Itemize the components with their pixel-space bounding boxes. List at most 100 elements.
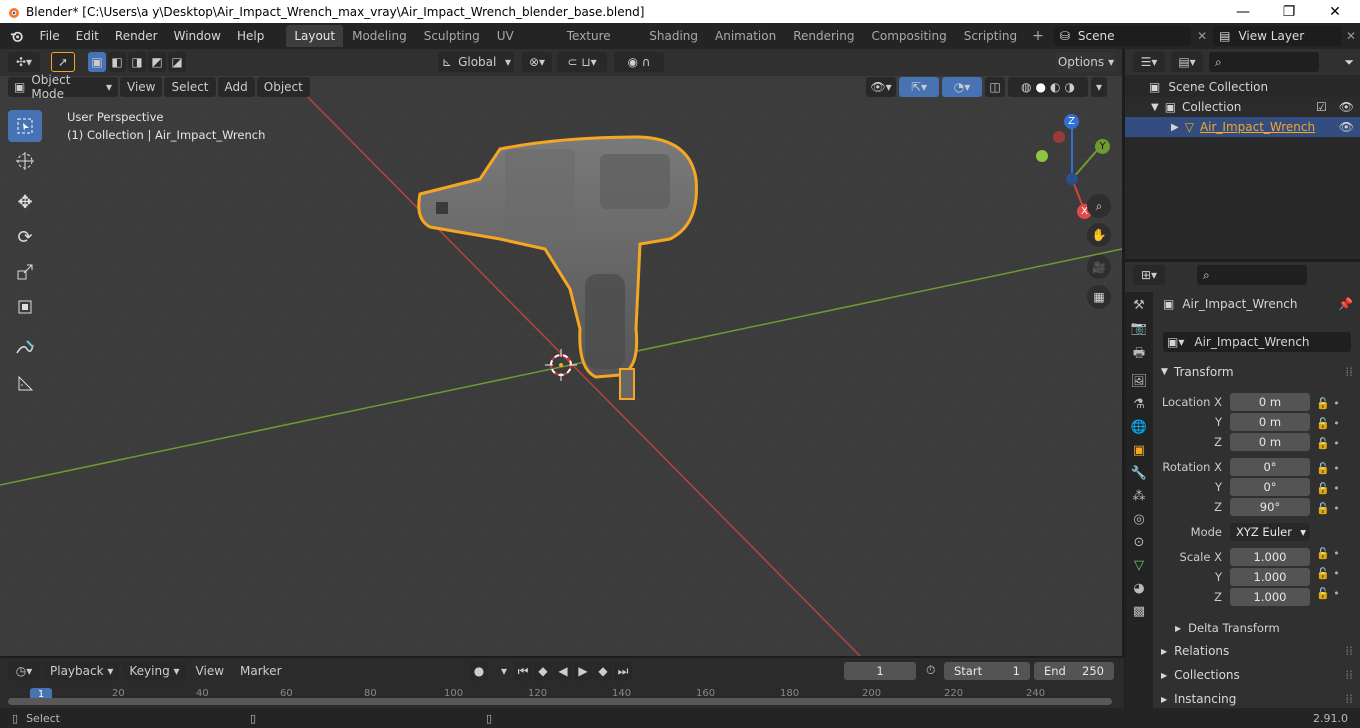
visibility-eye-icon[interactable]: 👁▾	[866, 77, 896, 97]
transform-panel-header[interactable]: ▼ Transform ⁞⁞	[1161, 365, 1353, 379]
solid-shading-icon[interactable]: ●	[1036, 80, 1046, 94]
lock-location-z-icon[interactable]: 🔓 •	[1316, 434, 1352, 454]
timeline-editor-icon[interactable]: ◷▾	[8, 661, 40, 681]
properties-search-input[interactable]: ⌕	[1197, 265, 1307, 285]
menu-render[interactable]: Render	[107, 29, 166, 43]
tab-shading[interactable]: Shading	[641, 25, 706, 47]
material-shading-icon[interactable]: ◐	[1050, 80, 1060, 94]
transform-orientation-dropdown[interactable]: ⊾ Global ▾	[438, 52, 514, 72]
jump-end-icon[interactable]: ⏭	[614, 661, 632, 681]
current-frame-field[interactable]: 1	[844, 662, 916, 680]
timeline-menu-view[interactable]: View	[190, 661, 230, 681]
properties-editor-icon[interactable]: ⊞▾	[1133, 265, 1165, 285]
scale-y-field[interactable]: 1.000	[1230, 568, 1310, 586]
lock-rotation-x-icon[interactable]: 🔓 •	[1316, 459, 1352, 479]
location-x-field[interactable]: 0 m	[1230, 393, 1310, 411]
output-tab-icon[interactable]: 🖶	[1133, 344, 1145, 366]
outliner-editor-icon[interactable]: ☰▾	[1133, 52, 1165, 72]
zoom-icon[interactable]: ⌕	[1087, 194, 1111, 218]
rotation-z-field[interactable]: 90°	[1230, 498, 1310, 516]
minimize-button[interactable]: —	[1220, 0, 1266, 23]
view-layer-close-icon[interactable]: ✕	[1346, 29, 1356, 43]
outliner-object-row[interactable]: ▶ ▽ Air_Impact_Wrench 👁	[1125, 117, 1360, 137]
texture-tab-icon[interactable]: ▩	[1133, 604, 1145, 619]
gizmo-neg-x[interactable]	[1053, 131, 1065, 143]
tab-scripting[interactable]: Scripting	[956, 25, 1025, 47]
collections-panel-header[interactable]: ▶ Collections ⁞⁞	[1161, 668, 1353, 682]
menu-window[interactable]: Window	[166, 29, 229, 43]
data-tab-icon[interactable]: ▽	[1134, 558, 1144, 573]
transform-tool-icon[interactable]	[8, 291, 42, 323]
scene-tab-icon[interactable]: ⚗	[1133, 397, 1145, 412]
ortho-grid-icon[interactable]: ▦	[1087, 285, 1111, 309]
exclude-checkbox-icon[interactable]: ☑	[1316, 100, 1327, 114]
lock-location-y-icon[interactable]: 🔓 •	[1316, 414, 1352, 434]
select-box-tool-icon[interactable]	[8, 110, 42, 142]
menu-file[interactable]: File	[32, 29, 68, 43]
proportional-edit-icon[interactable]: ◉ ∩	[614, 52, 664, 72]
filter-icon[interactable]: ⏷	[1344, 55, 1354, 70]
viewport-menu-add[interactable]: Add	[217, 77, 255, 97]
lock-scale-x-icon[interactable]: 🔓 •	[1316, 544, 1352, 564]
blender-menu-icon[interactable]	[10, 28, 24, 44]
auto-keying-icon[interactable]: ●	[470, 661, 488, 681]
object-tab-icon[interactable]: ▣	[1133, 443, 1145, 458]
next-keyframe-icon[interactable]: ◆	[594, 661, 612, 681]
select-subtract-icon[interactable]: ◨	[128, 52, 146, 72]
tab-texture-paint[interactable]: Texture Paint	[559, 25, 641, 65]
view-layer-selector[interactable]: ▤ View Layer	[1213, 26, 1342, 46]
tab-modeling[interactable]: Modeling	[344, 25, 415, 47]
play-reverse-icon[interactable]: ◀	[554, 661, 572, 681]
scene-collection-row[interactable]: ▣ Scene Collection	[1125, 77, 1360, 97]
select-intersect-icon[interactable]: ◪	[168, 52, 186, 72]
cursor-tool-icon[interactable]	[8, 145, 42, 177]
scale-z-field[interactable]: 1.000	[1230, 588, 1310, 606]
scale-tool-icon[interactable]	[8, 256, 42, 288]
scene-selector[interactable]: ⛁ Scene	[1053, 26, 1192, 46]
instancing-panel-header[interactable]: ▶ Instancing ⁞⁞	[1161, 692, 1353, 706]
move-tool-icon[interactable]: ✥	[8, 186, 42, 218]
timeline-menu-marker[interactable]: Marker	[234, 661, 287, 681]
gizmo-toggle-icon[interactable]: ⇱▾	[899, 77, 939, 97]
tab-uv-editing[interactable]: UV Editing	[489, 25, 558, 65]
camera-view-icon[interactable]: 🎥	[1087, 255, 1111, 279]
drag-handle-icon[interactable]: ⁞⁞	[1345, 365, 1353, 379]
tab-animation[interactable]: Animation	[707, 25, 784, 47]
viewport-menu-select[interactable]: Select	[164, 77, 216, 97]
tab-layout[interactable]: Layout	[286, 25, 344, 47]
tab-rendering[interactable]: Rendering	[785, 25, 862, 47]
rotation-y-field[interactable]: 0°	[1230, 478, 1310, 496]
world-tab-icon[interactable]: 🌐	[1131, 420, 1147, 435]
play-icon[interactable]: ▶	[574, 661, 592, 681]
editor-type-icon[interactable]: ✣▾	[8, 52, 40, 72]
rotate-tool-icon[interactable]: ⟳	[8, 221, 42, 253]
lock-location-x-icon[interactable]: 🔓 •	[1316, 394, 1352, 414]
material-tab-icon[interactable]: ◕	[1133, 581, 1144, 596]
collection-eye-icon[interactable]: 👁	[1339, 100, 1354, 114]
lock-scale-y-icon[interactable]: 🔓 •	[1316, 564, 1352, 584]
delta-transform-header[interactable]: ▶ Delta Transform	[1175, 621, 1280, 635]
start-frame-field[interactable]: Start 1	[944, 662, 1030, 680]
view-layer-tab-icon[interactable]: 🖼	[1131, 374, 1148, 389]
gizmo-y-axis[interactable]: Y	[1095, 139, 1110, 154]
jump-start-icon[interactable]: ⏮	[514, 661, 532, 681]
overlay-toggle-icon[interactable]: ◔▾	[942, 77, 982, 97]
location-y-field[interactable]: 0 m	[1230, 413, 1310, 431]
rotation-x-field[interactable]: 0°	[1230, 458, 1310, 476]
pin-icon[interactable]: 📌	[1338, 297, 1353, 311]
location-z-field[interactable]: 0 m	[1230, 433, 1310, 451]
collection-row[interactable]: ▼ ▣ Collection ☑ 👁	[1125, 97, 1360, 117]
timeline-scrollbar[interactable]	[8, 698, 1112, 705]
3d-viewport[interactable]: Z Y X ⌕ ✋ 🎥 ▦ User Perspective (1) Colle…	[0, 49, 1122, 656]
scale-x-field[interactable]: 1.000	[1230, 548, 1310, 566]
viewport-menu-view[interactable]: View	[120, 77, 163, 97]
particles-tab-icon[interactable]: ⁂	[1133, 489, 1146, 504]
snap-icon[interactable]: ⊂ ⊔▾	[557, 52, 607, 72]
select-new-icon[interactable]: ▣	[88, 52, 106, 72]
rendered-shading-icon[interactable]: ◑	[1064, 80, 1074, 94]
viewport-menu-object[interactable]: Object	[256, 77, 310, 97]
constraints-tab-icon[interactable]: ⊙	[1134, 535, 1145, 550]
stopwatch-icon[interactable]: ⏱	[926, 663, 935, 678]
select-invert-icon[interactable]: ◩	[148, 52, 166, 72]
gizmo-z-axis[interactable]: Z	[1064, 114, 1079, 129]
